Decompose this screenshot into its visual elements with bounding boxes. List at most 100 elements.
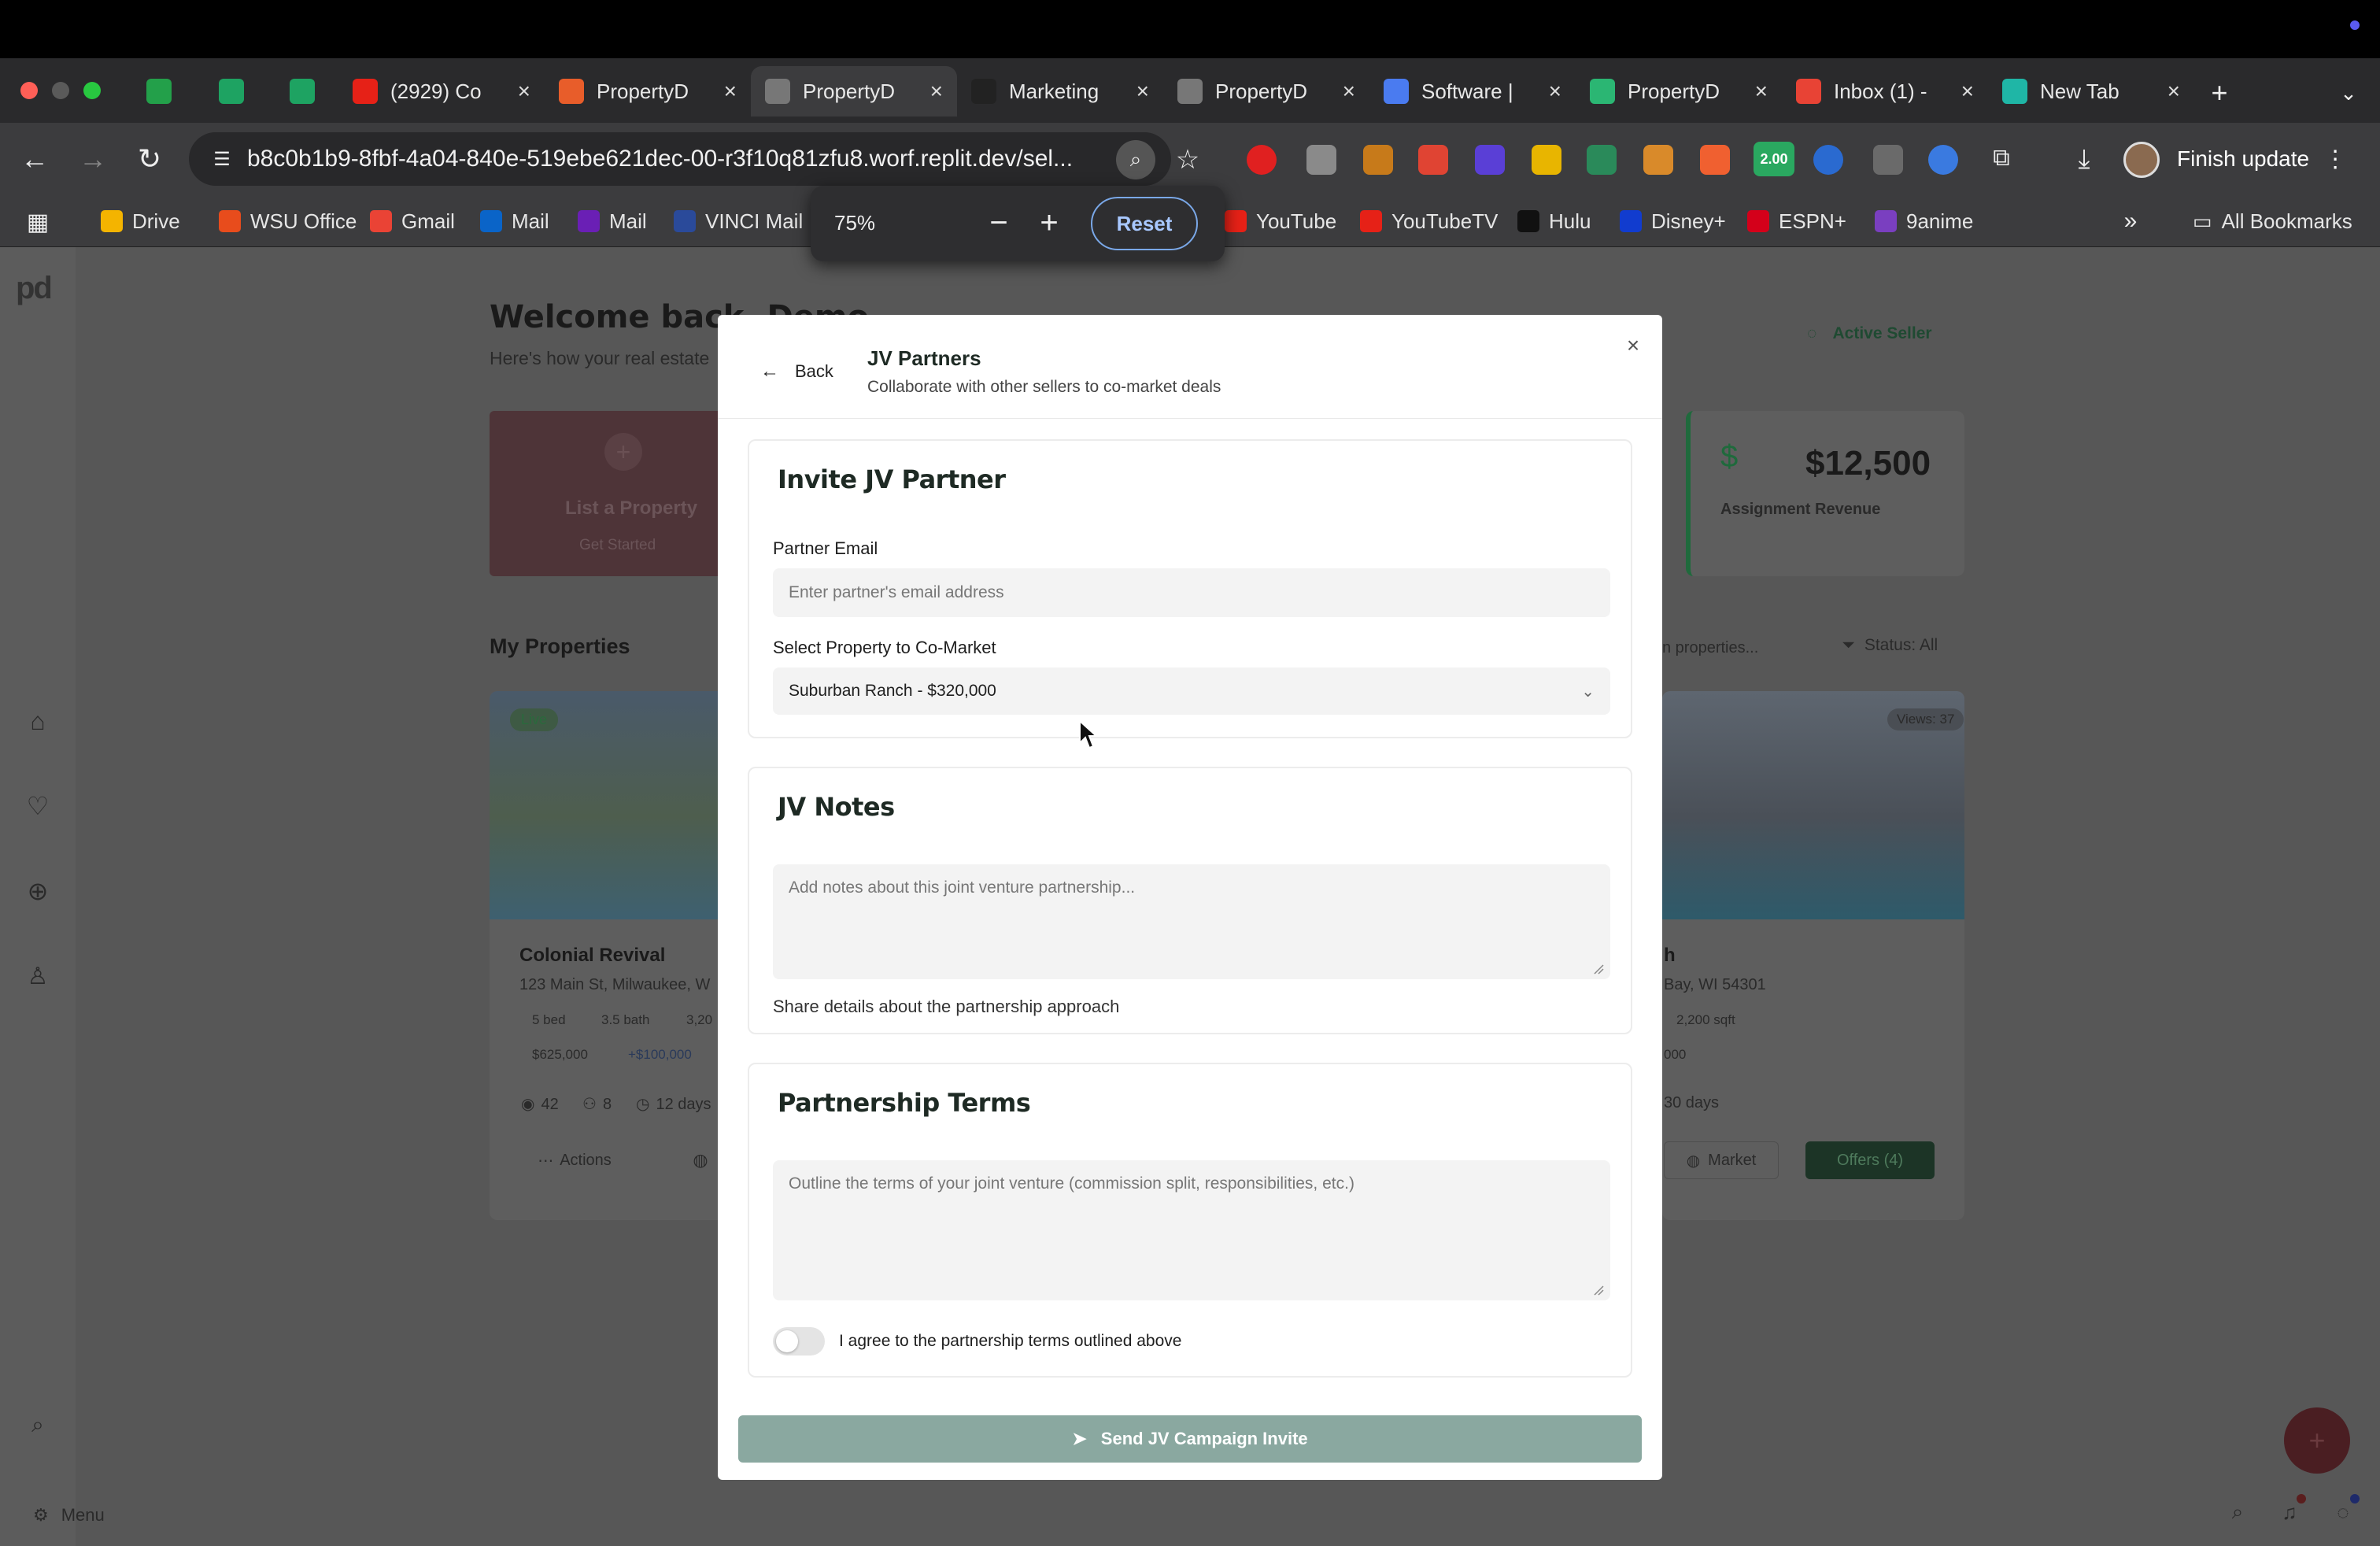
extension-s-icon[interactable] bbox=[1587, 145, 1617, 175]
back-arrow-icon[interactable]: ← bbox=[16, 140, 54, 178]
tab-close-icon[interactable]: × bbox=[2168, 79, 2180, 104]
tab-7[interactable]: PropertyD × bbox=[1163, 66, 1369, 117]
partner-email-input[interactable]: Enter partner's email address bbox=[773, 568, 1610, 617]
extension-n-icon[interactable] bbox=[1532, 145, 1561, 175]
tab-10[interactable]: Inbox (1) - × bbox=[1782, 66, 1988, 117]
extension-shield-icon[interactable] bbox=[1475, 145, 1505, 175]
tab-close-icon[interactable]: × bbox=[1549, 79, 1561, 104]
search-icon[interactable]: ⌕ bbox=[2224, 1499, 2251, 1526]
jv-partners-modal: ← Back JV Partners Collaborate with othe… bbox=[718, 315, 1662, 1480]
tab-close-icon[interactable]: × bbox=[1343, 79, 1355, 104]
forward-arrow-icon[interactable]: → bbox=[74, 140, 112, 178]
close-window-button[interactable] bbox=[20, 82, 38, 99]
extension-stop-icon[interactable] bbox=[1247, 145, 1277, 175]
maximize-window-button[interactable] bbox=[83, 82, 101, 99]
globe-icon[interactable]: ◍ bbox=[685, 1145, 716, 1176]
tab-6[interactable]: Marketing × bbox=[957, 66, 1163, 117]
resize-grip-icon[interactable] bbox=[1593, 963, 1604, 975]
tab-0[interactable] bbox=[132, 66, 195, 117]
bookmark-8[interactable]: Hulu bbox=[1517, 203, 1591, 239]
bookmark-4[interactable]: Mail bbox=[578, 203, 647, 239]
user-icon[interactable]: ♙ bbox=[22, 960, 54, 992]
download-icon[interactable]: ⤓ bbox=[2065, 140, 2103, 178]
property-search-input[interactable]: n properties... bbox=[1662, 639, 1758, 657]
tab-1[interactable] bbox=[205, 66, 268, 117]
extension-todoist-icon[interactable] bbox=[1418, 145, 1448, 175]
tab-close-icon[interactable]: × bbox=[930, 79, 943, 104]
tab-5[interactable]: PropertyD × bbox=[751, 66, 957, 117]
bookmark-6[interactable]: YouTube bbox=[1225, 203, 1336, 239]
bookmark-1[interactable]: WSU Office bbox=[219, 203, 357, 239]
extensions-puzzle-icon[interactable]: ⧉ bbox=[1983, 140, 2020, 176]
terms-textarea[interactable]: Outline the terms of your joint venture … bbox=[773, 1160, 1610, 1300]
tab-close-icon[interactable]: × bbox=[1136, 79, 1149, 104]
extension-k-icon[interactable] bbox=[1306, 145, 1336, 175]
tab-4[interactable]: PropertyD × bbox=[545, 66, 751, 117]
bookmark-5[interactable]: VINCI Mail bbox=[674, 203, 803, 239]
tab-close-icon[interactable]: × bbox=[1755, 79, 1768, 104]
property-select[interactable]: Suburban Ranch - $320,000 ⌄ bbox=[773, 668, 1610, 715]
add-circle-icon[interactable]: ⊕ bbox=[22, 875, 54, 907]
address-bar[interactable]: ☰ b8c0b1b9-8fbf-4a04-840e-519ebe621dec-0… bbox=[189, 132, 1171, 186]
home-icon[interactable]: ⌂ bbox=[22, 705, 54, 737]
folder-icon: ▭ bbox=[2193, 209, 2212, 233]
bookmark-3[interactable]: Mail bbox=[480, 203, 549, 239]
extension-pen-icon[interactable] bbox=[1643, 145, 1673, 175]
more-bookmarks-icon[interactable]: » bbox=[2116, 206, 2145, 236]
property-card-2[interactable]: Views: 37 h Bay, WI 54301 2,200 sqft 000… bbox=[1662, 691, 1964, 1220]
tab-8[interactable]: Software | × bbox=[1369, 66, 1576, 117]
property-card-1[interactable]: Live Colonial Revival 123 Main St, Milwa… bbox=[490, 691, 726, 1220]
bookmark-star-icon[interactable]: ☆ bbox=[1168, 140, 1207, 179]
offers-button[interactable]: Offers (4) bbox=[1805, 1141, 1935, 1179]
menu-button[interactable]: ⚙ Menu bbox=[33, 1505, 105, 1526]
all-bookmarks[interactable]: ▭ All Bookmarks bbox=[2193, 203, 2352, 239]
actions-button[interactable]: ⋯ Actions bbox=[519, 1141, 630, 1179]
zoom-icon[interactable]: ⌕ bbox=[1116, 140, 1155, 179]
heart-icon[interactable]: ♡ bbox=[22, 790, 54, 822]
extension-percent-icon[interactable] bbox=[1700, 145, 1730, 175]
more-menu-icon[interactable]: ⋮ bbox=[2323, 146, 2347, 173]
resize-grip-icon[interactable] bbox=[1593, 1285, 1604, 1296]
site-info-icon[interactable]: ☰ bbox=[206, 143, 238, 175]
bookmark-0[interactable]: Drive bbox=[101, 203, 180, 239]
extension-info-icon[interactable] bbox=[1928, 145, 1958, 175]
close-icon[interactable]: × bbox=[1620, 332, 1646, 359]
app-logo[interactable]: pd bbox=[16, 271, 53, 306]
zoom-in-button[interactable]: + bbox=[1029, 203, 1069, 242]
bookmark-9[interactable]: Disney+ bbox=[1620, 203, 1726, 239]
tab-2[interactable] bbox=[275, 66, 338, 117]
list-property-card[interactable]: + List a Property Get Started bbox=[490, 411, 726, 576]
send-invite-button[interactable]: ➤ Send JV Campaign Invite bbox=[738, 1415, 1642, 1463]
extension-book-icon[interactable] bbox=[1363, 145, 1393, 175]
search-icon[interactable]: ⌕ bbox=[22, 1409, 54, 1441]
notes-textarea[interactable]: Add notes about this joint venture partn… bbox=[773, 864, 1610, 979]
status-filter[interactable]: ⏷ Status: All bbox=[1842, 636, 1938, 655]
bookmark-11[interactable]: 9anime bbox=[1875, 203, 1973, 239]
extension-badge[interactable]: 2.00 bbox=[1754, 142, 1794, 176]
zoom-out-button[interactable]: − bbox=[979, 203, 1018, 242]
tab-9[interactable]: PropertyD × bbox=[1576, 66, 1782, 117]
extension-wave-icon[interactable] bbox=[1813, 145, 1843, 175]
market-button[interactable]: ◍ Market bbox=[1664, 1141, 1779, 1179]
agree-toggle[interactable] bbox=[773, 1327, 825, 1356]
zoom-reset-button[interactable]: Reset bbox=[1091, 197, 1198, 250]
reload-icon[interactable]: ↻ bbox=[131, 140, 168, 178]
extension-window-icon[interactable] bbox=[1873, 145, 1903, 175]
back-button[interactable]: ← Back bbox=[760, 361, 833, 383]
minimize-window-button[interactable] bbox=[52, 82, 69, 99]
bookmark-2[interactable]: Gmail bbox=[370, 203, 455, 239]
profile-avatar[interactable] bbox=[2123, 142, 2160, 178]
new-tab-icon[interactable]: + bbox=[2201, 74, 2238, 112]
floating-action-button[interactable]: + bbox=[2284, 1407, 2350, 1474]
tab-close-icon[interactable]: × bbox=[724, 79, 737, 104]
tab-close-icon[interactable]: × bbox=[518, 79, 530, 104]
bookmark-7[interactable]: YouTubeTV bbox=[1360, 203, 1498, 239]
tab-search-icon[interactable]: ⌄ bbox=[2330, 74, 2367, 112]
property-beds-1: 5 bed bbox=[532, 1012, 566, 1027]
bookmark-10[interactable]: ESPN+ bbox=[1747, 203, 1846, 239]
tab-11[interactable]: New Tab × bbox=[1988, 66, 2194, 117]
tab-close-icon[interactable]: × bbox=[1961, 79, 1974, 104]
tab-3[interactable]: (2929) Co × bbox=[338, 66, 545, 117]
finish-update-button[interactable]: Finish update ⋮ bbox=[2177, 135, 2358, 183]
apps-grid-icon[interactable]: ▦ bbox=[24, 208, 52, 236]
